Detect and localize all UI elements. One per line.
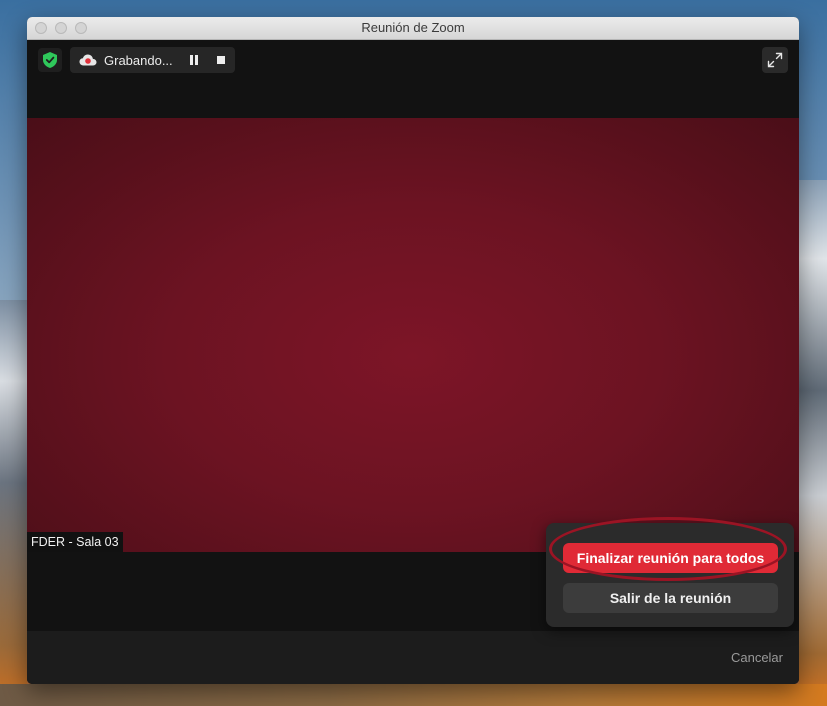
cloud-record-icon: [79, 54, 97, 66]
participant-name-tag: FDER - Sala 03: [27, 532, 123, 552]
leave-meeting-button[interactable]: Salir de la reunión: [563, 583, 778, 613]
zoom-meeting-window: Reunión de Zoom Grabando... FDER - Sala …: [27, 17, 799, 684]
window-title: Reunión de Zoom: [361, 20, 465, 35]
desktop-background-left: [0, 300, 27, 706]
desktop-background-right: [799, 180, 827, 706]
end-meeting-popup: Finalizar reunión para todos Salir de la…: [546, 523, 794, 627]
stop-recording-button[interactable]: [217, 56, 225, 64]
cancel-button[interactable]: Cancelar: [731, 650, 783, 665]
desktop-background-bottom: [0, 684, 827, 706]
security-status-button[interactable]: [38, 48, 62, 72]
recording-label: Grabando...: [104, 53, 173, 68]
end-meeting-for-all-button[interactable]: Finalizar reunión para todos: [563, 543, 778, 573]
bottom-bar: Cancelar: [27, 631, 799, 684]
shield-check-icon: [43, 52, 57, 68]
pause-recording-button[interactable]: [189, 55, 199, 65]
expand-icon: [767, 52, 783, 68]
title-bar: Reunión de Zoom: [27, 17, 799, 40]
fullscreen-button[interactable]: [762, 47, 788, 73]
participant-video: [27, 118, 799, 552]
recording-indicator: Grabando...: [70, 47, 235, 73]
